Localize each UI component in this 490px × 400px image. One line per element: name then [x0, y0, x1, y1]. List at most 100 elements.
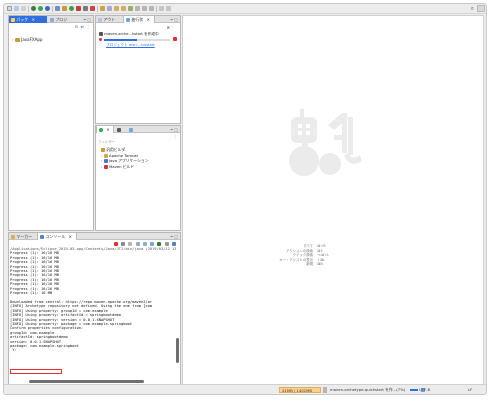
tab-progress[interactable]: 進行状 ✕: [123, 16, 155, 23]
display-selected-console-icon[interactable]: [164, 242, 169, 246]
filter-field[interactable]: フィルター: [98, 140, 178, 145]
save-icon[interactable]: [14, 6, 19, 11]
tab-servers[interactable]: [115, 126, 127, 133]
gc-icon[interactable]: [323, 387, 327, 393]
chevron-right-icon[interactable]: ›: [12, 37, 14, 42]
back-icon[interactable]: [159, 6, 164, 11]
block-selection-icon[interactable]: [142, 6, 147, 11]
scroll-lock-icon[interactable]: [135, 242, 140, 246]
shortcut-row: 新規 ⌘N: [267, 262, 335, 267]
console-line: Y:: [10, 348, 19, 353]
background-job-status[interactable]: maven-archetype-quickstart を作...(7%): [330, 387, 425, 393]
eclipse-window: ⌕ パッケ ✕ プロジ ━ ▢ ⋮ ⇄ ⊟ › JavaFXApp アウト 進行…: [3, 3, 487, 395]
print-icon[interactable]: [21, 6, 26, 11]
job-icon: [99, 32, 103, 36]
close-icon[interactable]: ✕: [32, 17, 35, 22]
tab-markers[interactable]: マーカー: [9, 233, 37, 240]
outline-icon: [98, 18, 102, 22]
new-icon[interactable]: [7, 6, 12, 11]
minimize-maximize-icon[interactable]: ━ ▢: [84, 16, 91, 23]
console-vertical-scrollbar[interactable]: [176, 338, 179, 363]
show-whitespace-icon[interactable]: [149, 6, 154, 11]
console-icon: [40, 235, 44, 239]
coverage-icon[interactable]: [45, 6, 50, 11]
tab-label: プロジ: [55, 17, 68, 22]
tab-package-explorer[interactable]: パッケ ✕: [9, 16, 47, 23]
java-app-icon: [103, 159, 108, 164]
tab-outline[interactable]: アウト: [96, 16, 123, 23]
minimize-maximize-icon[interactable]: ━ ▢: [171, 16, 178, 23]
package-explorer-tree: › JavaFXApp: [12, 37, 42, 42]
console-horizontal-scrollbar[interactable]: [29, 380, 144, 383]
open-task-icon[interactable]: [107, 6, 112, 11]
collapse-all-icon[interactable]: ⊟: [75, 24, 78, 29]
forward-icon[interactable]: [166, 6, 171, 11]
clear-console-icon[interactable]: [128, 242, 133, 246]
external-tools-icon[interactable]: [90, 6, 95, 11]
job-status-text: maven-archetype-quickstart を作...(7%): [330, 387, 406, 392]
minimize-maximize-icon[interactable]: ━ ▢: [171, 126, 178, 133]
chevron-right-icon[interactable]: ›: [101, 158, 103, 163]
tab-label: パッケ: [16, 17, 29, 22]
run-as-icon[interactable]: [76, 6, 81, 11]
toggle-mark-icon[interactable]: [128, 6, 133, 11]
memory-indicator[interactable]: 41MB / 1402MB: [279, 387, 321, 393]
open-type-icon[interactable]: [83, 6, 88, 11]
console-output[interactable]: /Applications/Eclipse_2019-03.app/Conten…: [10, 247, 176, 378]
shortcut-label: 新規: [306, 262, 313, 267]
line-ending-status: LF: [468, 387, 473, 392]
launch-tree: 汎用ビルダ › Apache Tomcat › Java アプリケーション › …: [101, 147, 149, 169]
minimize-maximize-icon[interactable]: ━ ▢: [171, 233, 178, 240]
job-link[interactable]: プロジェクト mvn:...ickstart: [106, 43, 179, 48]
remove-launch-icon[interactable]: [121, 242, 126, 246]
progress-view: アウト 進行状 ✕ ━ ▢ ✖⋮ maven-arche...kstart を作…: [95, 15, 181, 124]
console-input-highlight[interactable]: [10, 369, 62, 374]
run-icon[interactable]: [38, 6, 43, 11]
new-java-project-icon[interactable]: [55, 6, 60, 11]
list-item-label: 汎用ビルダ: [106, 147, 126, 152]
new-class-icon[interactable]: [69, 6, 74, 11]
tab-label: コンソール: [45, 234, 66, 239]
chevron-right-icon[interactable]: ›: [101, 164, 103, 169]
link-with-editor-icon[interactable]: ⇄: [81, 24, 84, 29]
tree-item-label: JavaFXApp: [21, 37, 43, 42]
close-icon[interactable]: ✕: [69, 234, 72, 239]
search-toolbar-icon[interactable]: [100, 6, 105, 11]
java-perspective-icon[interactable]: [477, 5, 485, 12]
job-progress-fill: [104, 39, 137, 41]
search-icon[interactable]: ⌕: [471, 5, 474, 13]
tomcat-icon: [103, 153, 108, 158]
view-menu-icon[interactable]: ⋮: [173, 134, 177, 139]
launch-configurations-view: ✕ ━ ▢ ⋮ フィルター 汎用ビルダ › Apache Tomcat › Ja…: [95, 125, 181, 231]
view-menu-icon[interactable]: ⋮: [86, 24, 90, 29]
pin-console-icon[interactable]: [157, 242, 162, 246]
close-icon[interactable]: ✕: [106, 127, 109, 132]
toggle-breadcrumb-icon[interactable]: [135, 6, 140, 11]
terminate-icon[interactable]: [113, 242, 118, 246]
package-explorer-toolbar: ⋮ ⇄ ⊟: [9, 23, 93, 29]
tab-console[interactable]: コンソール ✕: [37, 233, 77, 240]
package-explorer-tabbar: パッケ ✕ プロジ ━ ▢: [9, 16, 93, 23]
tab-project-explorer[interactable]: プロジ: [48, 16, 78, 23]
annotation-next-icon[interactable]: [114, 6, 119, 11]
list-item[interactable]: › Maven ビルド: [101, 164, 149, 170]
job-progress-bar: [104, 39, 170, 41]
show-on-output-icon[interactable]: [150, 242, 155, 246]
tab-launch-configurations[interactable]: ✕: [96, 126, 114, 133]
job-progress-row: [99, 37, 179, 43]
tree-item-project[interactable]: › JavaFXApp: [12, 37, 42, 42]
new-package-icon[interactable]: [62, 6, 67, 11]
cancel-job-icon[interactable]: [173, 37, 177, 41]
debug-icon[interactable]: [31, 6, 36, 11]
toolbar-separator: [97, 6, 98, 12]
tab-tasks[interactable]: [127, 126, 139, 133]
word-wrap-icon[interactable]: [142, 242, 147, 246]
close-icon[interactable]: ✕: [147, 17, 150, 22]
remove-all-finished-icon[interactable]: ✖⋮: [167, 25, 174, 30]
annotation-prev-icon[interactable]: [121, 6, 126, 11]
status-bar: 41MB / 1402MB maven-archetype-quickstart…: [4, 384, 486, 394]
builder-icon: [101, 148, 105, 152]
chevron-right-icon[interactable]: ›: [101, 153, 103, 158]
console-tabbar: マーカー コンソール ✕ ━ ▢: [9, 233, 180, 240]
open-console-icon[interactable]: [172, 242, 176, 246]
